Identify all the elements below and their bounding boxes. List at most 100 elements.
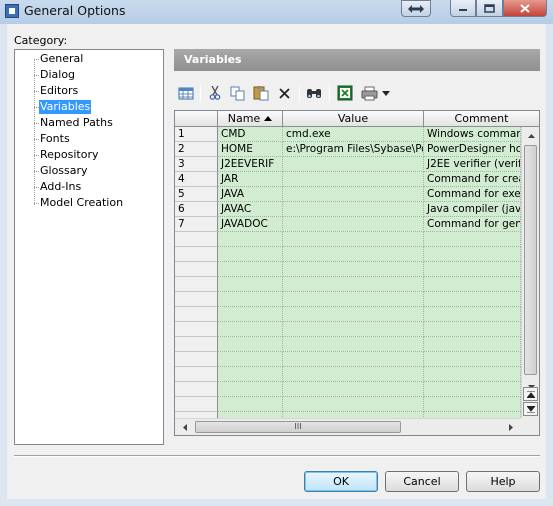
scroll-up-button[interactable]: [523, 128, 539, 144]
empty-cell[interactable]: [424, 382, 521, 397]
empty-cell[interactable]: [283, 262, 424, 277]
tree-item-general[interactable]: General: [33, 52, 84, 66]
tree-item-editors[interactable]: Editors: [33, 84, 79, 98]
empty-table-row[interactable]: [175, 247, 521, 262]
variables-grid[interactable]: Name Value Comment 1 CMD cmd.exe Windows…: [174, 110, 540, 436]
empty-cell[interactable]: [424, 262, 521, 277]
empty-table-row[interactable]: [175, 337, 521, 352]
value-cell[interactable]: [283, 157, 424, 172]
empty-table-row[interactable]: [175, 367, 521, 382]
empty-cell[interactable]: [218, 262, 283, 277]
empty-cell[interactable]: [283, 232, 424, 247]
value-cell[interactable]: cmd.exe: [283, 127, 424, 142]
empty-cell[interactable]: [218, 292, 283, 307]
comment-cell[interactable]: J2EE verifier (verifie: [424, 157, 521, 172]
comment-cell[interactable]: PowerDesigner hom: [424, 142, 521, 157]
scroll-right-button[interactable]: [503, 419, 519, 435]
name-cell[interactable]: HOME: [218, 142, 283, 157]
empty-cell[interactable]: [424, 397, 521, 412]
find-button[interactable]: [305, 84, 323, 102]
empty-cell[interactable]: [424, 232, 521, 247]
empty-table-row[interactable]: [175, 322, 521, 337]
empty-cell[interactable]: [218, 352, 283, 367]
empty-table-row[interactable]: [175, 277, 521, 292]
scroll-left-button[interactable]: [177, 419, 193, 435]
empty-cell[interactable]: [283, 247, 424, 262]
properties-button[interactable]: [177, 84, 195, 102]
empty-cell[interactable]: [424, 322, 521, 337]
print-dropdown-button[interactable]: [380, 84, 392, 102]
empty-table-row[interactable]: [175, 352, 521, 367]
table-row[interactable]: 4 JAR Command for creatin: [175, 172, 521, 187]
scroll-to-top-button[interactable]: [523, 387, 538, 401]
close-button[interactable]: [503, 0, 547, 17]
cut-button[interactable]: [206, 84, 224, 102]
empty-cell[interactable]: [283, 352, 424, 367]
value-cell[interactable]: e:\Program Files\Sybase\Po: [283, 142, 424, 157]
column-header-comment[interactable]: Comment: [424, 111, 539, 127]
copy-button[interactable]: [229, 84, 247, 102]
name-cell[interactable]: CMD: [218, 127, 283, 142]
empty-cell[interactable]: [283, 397, 424, 412]
empty-cell[interactable]: [424, 292, 521, 307]
empty-cell[interactable]: [283, 307, 424, 322]
empty-cell[interactable]: [218, 367, 283, 382]
empty-cell[interactable]: [283, 322, 424, 337]
empty-table-row[interactable]: [175, 232, 521, 247]
name-cell[interactable]: JAVA: [218, 187, 283, 202]
empty-table-row[interactable]: [175, 382, 521, 397]
tree-item-glossary[interactable]: Glossary: [34, 164, 89, 178]
empty-cell[interactable]: [283, 367, 424, 382]
value-cell[interactable]: [283, 172, 424, 187]
value-cell[interactable]: [283, 217, 424, 232]
comment-cell[interactable]: Java compiler (javac: [424, 202, 521, 217]
empty-cell[interactable]: [283, 277, 424, 292]
empty-cell[interactable]: [218, 247, 283, 262]
excel-export-button[interactable]: [336, 84, 354, 102]
empty-cell[interactable]: [218, 322, 283, 337]
comment-cell[interactable]: Windows command: [424, 127, 521, 142]
ok-button[interactable]: OK: [304, 471, 378, 492]
name-cell[interactable]: J2EEVERIF: [218, 157, 283, 172]
tree-item-named-paths[interactable]: Named Paths: [34, 116, 114, 130]
name-cell[interactable]: JAVAC: [218, 202, 283, 217]
table-row[interactable]: 7 JAVADOC Command for genera: [175, 217, 521, 232]
back-button[interactable]: [401, 0, 431, 17]
empty-cell[interactable]: [218, 307, 283, 322]
column-header-value[interactable]: Value: [283, 111, 424, 127]
empty-cell[interactable]: [283, 382, 424, 397]
help-button[interactable]: Help: [466, 471, 540, 492]
name-cell[interactable]: JAVADOC: [218, 217, 283, 232]
print-button[interactable]: [360, 84, 378, 102]
horizontal-scrollbar[interactable]: [175, 418, 521, 435]
empty-cell[interactable]: [424, 247, 521, 262]
column-header-name[interactable]: Name: [218, 111, 283, 127]
tree-item-fonts[interactable]: Fonts: [34, 132, 71, 146]
empty-cell[interactable]: [424, 337, 521, 352]
empty-cell[interactable]: [283, 292, 424, 307]
table-row[interactable]: 5 JAVA Command for execu: [175, 187, 521, 202]
name-cell[interactable]: JAR: [218, 172, 283, 187]
table-row[interactable]: 6 JAVAC Java compiler (javac: [175, 202, 521, 217]
tree-item-variables[interactable]: Variables: [33, 100, 92, 114]
empty-cell[interactable]: [283, 337, 424, 352]
empty-table-row[interactable]: [175, 397, 521, 412]
comment-cell[interactable]: Command for execu: [424, 187, 521, 202]
value-cell[interactable]: [283, 187, 424, 202]
comment-cell[interactable]: Command for creatin: [424, 172, 521, 187]
minimize-button[interactable]: [450, 0, 476, 17]
tree-item-model-creation[interactable]: Model Creation: [33, 196, 124, 210]
tree-item-repository[interactable]: Repository: [34, 148, 100, 162]
maximize-button[interactable]: [476, 0, 503, 17]
empty-cell[interactable]: [424, 352, 521, 367]
empty-cell[interactable]: [424, 277, 521, 292]
empty-cell[interactable]: [424, 307, 521, 322]
empty-table-row[interactable]: [175, 307, 521, 322]
delete-button[interactable]: [275, 84, 293, 102]
empty-table-row[interactable]: [175, 292, 521, 307]
category-tree[interactable]: General Dialog Editors Variables Named P…: [14, 49, 164, 445]
paste-button[interactable]: [252, 84, 270, 102]
cancel-button[interactable]: Cancel: [385, 471, 459, 492]
horizontal-scroll-thumb[interactable]: [195, 421, 401, 433]
empty-cell[interactable]: [424, 367, 521, 382]
